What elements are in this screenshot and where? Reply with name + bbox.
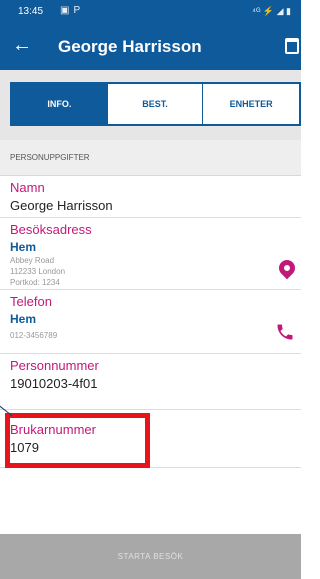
telefon-label: Telefon [10,294,52,309]
tab-bar: INFO. BEST. ENHETER [10,82,301,126]
phone-number: 012-3456789 [10,331,58,340]
parking-icon: P [73,5,81,16]
namn-label: Namn [10,180,45,195]
tab-info[interactable]: INFO. [12,84,108,124]
besoksadress-label: Besöksadress [10,222,92,237]
status-time: 13:45 [18,6,44,17]
address-type: Hem [10,240,37,254]
phone-type: Hem [10,312,37,326]
tab-strip: INFO. BEST. ENHETER [0,70,301,140]
tab-best[interactable]: BEST. [108,84,204,124]
map-pin-icon[interactable] [275,256,299,280]
status-bar: 13:45 ▣ P ⁴ᴳ ⚡ ◢ ▮ [0,0,301,24]
field-besoksadress[interactable]: Besöksadress Hem Abbey Road 112233 Londo… [0,218,301,290]
phone-icon[interactable] [275,322,295,342]
page-title: George Harrisson [58,37,202,56]
personnummer-value: 19010203-4f01 [10,376,98,391]
gallery-icon: ▣ [60,5,70,16]
start-visit-button[interactable]: STARTA BESÖK [0,534,301,579]
highlight-box [5,413,150,468]
field-telefon[interactable]: Telefon Hem 012-3456789 [0,290,301,354]
calendar-icon[interactable] [285,38,299,54]
tab-enheter[interactable]: ENHETER [203,84,299,124]
section-header: PERSONUPPGIFTER [0,140,301,176]
app-bar: ← George Harrisson [0,24,301,70]
status-system-icons: ⁴ᴳ ⚡ ◢ ▮ [252,6,291,16]
field-personnummer: Personnummer 19010203-4f01 [0,354,301,410]
namn-value: George Harrisson [10,198,113,213]
status-app-icons: ▣ P [60,5,80,16]
address-line-3: Portkod: 1234 [10,278,60,287]
field-namn: Namn George Harrisson [0,176,301,218]
personnummer-label: Personnummer [10,358,99,373]
back-arrow-icon[interactable]: ← [12,35,32,55]
section-title: PERSONUPPGIFTER [10,153,90,162]
